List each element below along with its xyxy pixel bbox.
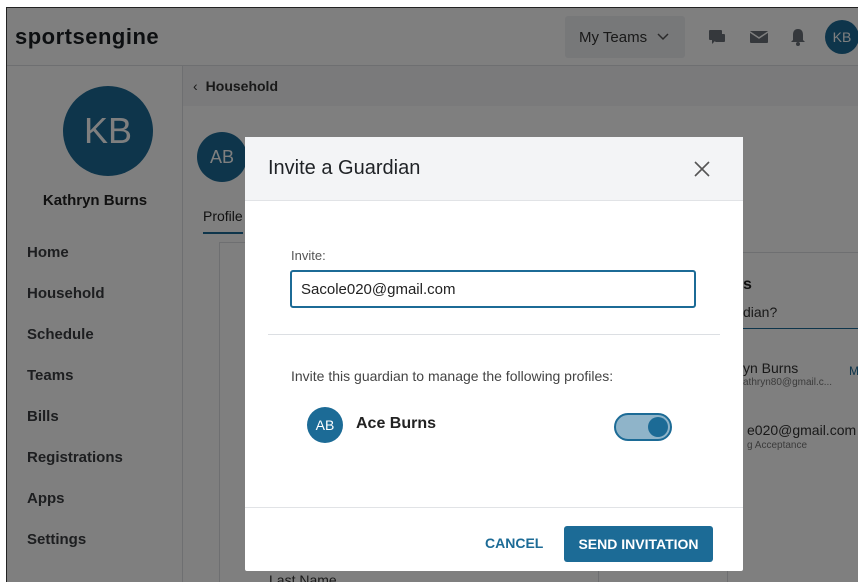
modal-title: Invite a Guardian — [268, 157, 421, 179]
profile-access-toggle[interactable] — [614, 413, 672, 441]
close-icon[interactable] — [689, 156, 715, 182]
toggle-knob — [648, 417, 668, 437]
profile-row-avatar: AB — [307, 407, 343, 443]
modal-divider — [268, 334, 720, 335]
cancel-button[interactable]: CANCEL — [467, 526, 561, 560]
modal-header: Invite a Guardian — [245, 137, 743, 201]
profile-row-name: Ace Burns — [356, 415, 437, 432]
invite-guardian-modal: Invite a Guardian Invite: Invite this gu… — [245, 137, 743, 571]
manage-profiles-text: Invite this guardian to manage the follo… — [291, 368, 614, 384]
invite-label: Invite: — [291, 248, 326, 263]
app-window: sportsengine My Teams KB KB Kathryn Burn… — [6, 7, 858, 582]
send-invitation-button[interactable]: SEND INVITATION — [564, 526, 713, 562]
invite-email-input[interactable] — [290, 270, 696, 308]
